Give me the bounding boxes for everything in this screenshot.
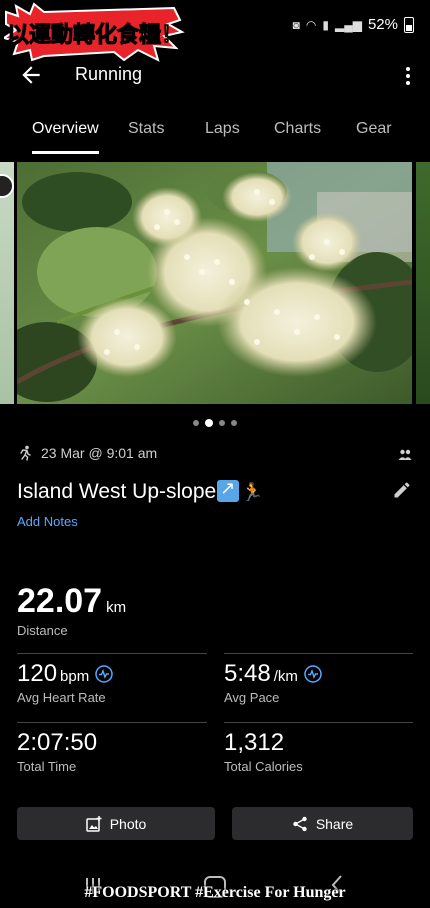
pace-stat[interactable]: 5:48/km Avg Pace [224,660,322,705]
divider [224,653,413,654]
system-status-icons: ◙ ◠ ▮ ▂▄▆ 52% [293,16,414,33]
pace-chart-icon[interactable] [304,665,322,683]
add-photo-icon [85,815,102,832]
distance-label: Distance [17,623,68,638]
tab-gear[interactable]: Gear [356,110,392,150]
heart-rate-stat[interactable]: 120 bpm Avg Heart Rate [17,660,113,705]
photo-carousel[interactable] [0,162,430,404]
tab-laps[interactable]: Laps [205,110,240,150]
logo-text: 以運動轉化食糧！ [7,22,183,48]
battery-icon [404,16,414,33]
edit-pencil-icon[interactable] [392,480,412,500]
tab-bar: Overview Stats Laps Charts Gear [0,110,430,156]
status-bar: 以運動轉化食糧！ ◙ ◠ ▮ ▂▄▆ 52% [0,0,430,62]
photo-button[interactable]: Photo [17,807,215,840]
distance-stat: 22.07 km Distance [17,582,126,638]
alarm-icon: ◙ [292,17,300,32]
carousel-dot-active [205,419,213,427]
battery-percent: 52% [367,16,398,33]
distance-unit: km [106,599,127,616]
total-time-label: Total Time [17,759,77,774]
app-bar: Running [0,56,430,96]
share-button-label: Share [315,815,354,832]
more-options-icon[interactable] [400,62,416,90]
activity-title-text: Island West Up-slope [17,480,217,503]
photo-button-label: Photo [109,815,147,832]
signal-icon: ▂▄▆ [335,17,362,32]
map-thumbnail-left[interactable] [0,162,14,404]
map-pin-icon [0,174,14,198]
add-notes-link[interactable]: Add Notes [17,514,78,529]
share-button[interactable]: Share [232,807,413,840]
carousel-indicator [0,419,430,427]
share-icon [293,816,307,831]
up-right-arrow-emoji-icon [217,478,240,502]
back-arrow-icon[interactable] [18,62,44,88]
carousel-dot [219,420,225,426]
heart-rate-label: Avg Heart Rate [17,690,106,705]
wifi-icon: ◠ [305,17,317,32]
activity-title: Island West Up-slope 🏃 [17,478,264,504]
photo-thumbnail-right[interactable] [416,162,430,404]
total-time-stat: 2:07:50 Total Time [17,729,97,774]
page-title: Running [75,64,143,84]
pace-unit: /km [273,668,298,685]
distance-value: 22.07 [17,582,103,620]
running-icon [20,445,31,461]
tab-overview[interactable]: Overview [32,110,99,154]
pace-value: 5:48 [224,660,271,687]
tab-stats[interactable]: Stats [128,110,164,150]
activity-meta: 23 Mar @ 9:01 am [17,445,157,461]
total-calories-label: Total Calories [224,759,303,774]
runner-emoji-icon: 🏃 [241,482,264,503]
total-time-value: 2:07:50 [17,729,98,756]
watermark-hashtags: #FOODSPORT #Exercise For Hunger [84,884,346,901]
activity-photo[interactable] [0,162,427,404]
volte-icon: ▮ [322,17,329,32]
people-icon[interactable] [398,448,412,460]
carousel-dot [193,420,199,426]
heart-rate-chart-icon[interactable] [95,665,113,683]
total-calories-stat: 1,312 Total Calories [224,729,303,774]
pace-label: Avg Pace [224,690,280,705]
activity-datetime: 23 Mar @ 9:01 am [41,445,158,461]
heart-rate-unit: bpm [60,668,90,685]
divider [17,653,207,654]
divider [224,722,413,723]
heart-rate-value: 120 [17,660,58,687]
carousel-dot [231,420,237,426]
total-calories-value: 1,312 [224,729,285,756]
tab-charts[interactable]: Charts [274,110,321,150]
foodsport-logo: 以運動轉化食糧！ [1,2,186,62]
divider [17,722,207,723]
